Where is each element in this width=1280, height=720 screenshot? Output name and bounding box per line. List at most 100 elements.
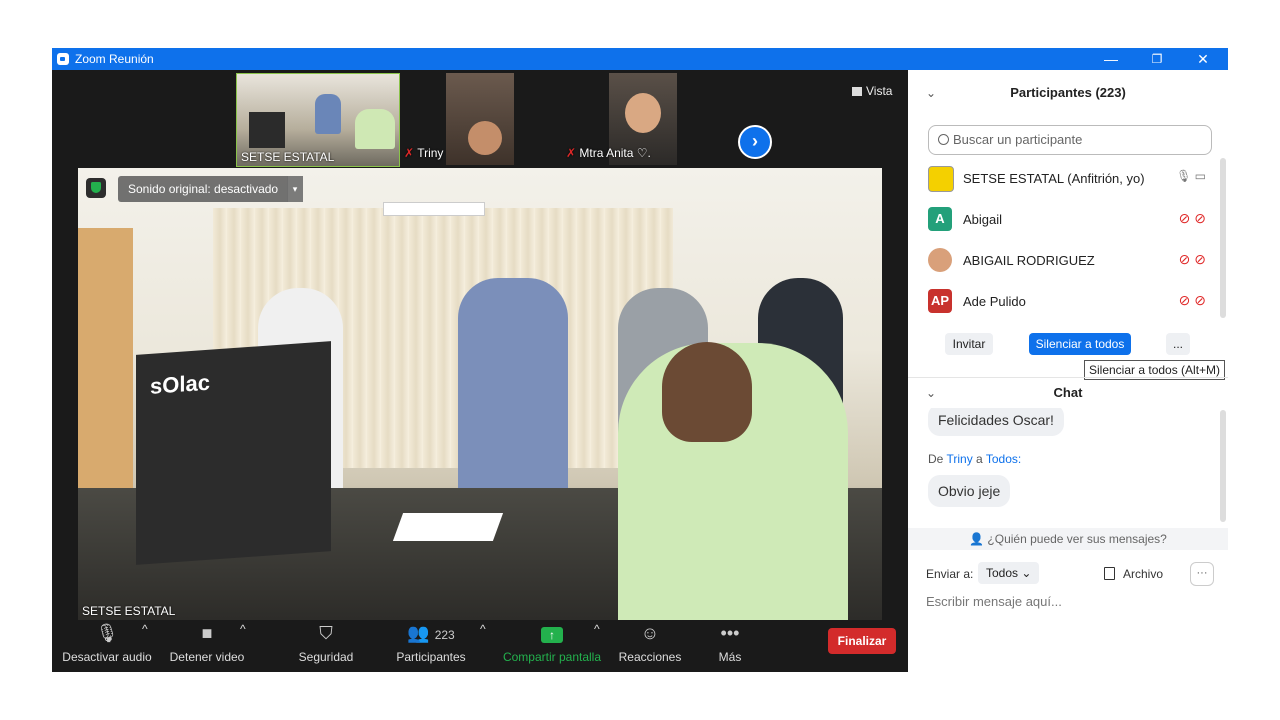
- participants-options-caret[interactable]: ^: [480, 622, 486, 636]
- air-conditioner-figure: [383, 202, 485, 216]
- participant-row[interactable]: AP Ade Pulido ⊘ ⊘: [926, 285, 1216, 319]
- minimize-button[interactable]: —: [1088, 48, 1134, 70]
- send-to-dropdown[interactable]: Todos ⌄: [978, 562, 1040, 584]
- search-icon: [938, 134, 949, 145]
- chevron-down-icon[interactable]: ⌄: [926, 378, 936, 408]
- chat-sender-line: De Triny a Todos:: [928, 452, 1021, 466]
- view-button[interactable]: Vista: [852, 84, 892, 98]
- share-screen-label: Compartir pantalla: [502, 650, 602, 664]
- who-can-see-link[interactable]: 👤 ¿Quién puede ver sus mensajes?: [908, 528, 1228, 550]
- participant-name: ABIGAIL RODRIGUEZ: [963, 253, 1095, 268]
- send-to-value: Todos: [986, 566, 1019, 580]
- file-button[interactable]: Archivo: [1104, 567, 1163, 581]
- main-video: sOlac Sonido original: desactivado ▾ SET…: [78, 168, 882, 620]
- chat-title: Chat: [1053, 385, 1083, 400]
- chat-message-input[interactable]: Escribir mensaje aquí...: [926, 594, 1062, 609]
- avatar: [928, 166, 954, 192]
- avatar: [928, 248, 952, 272]
- shield-icon: ⛉: [319, 623, 333, 643]
- participant-search-input[interactable]: Buscar un participante: [928, 125, 1212, 155]
- mic-and-camera-icon: 🎙 ▭: [1176, 169, 1206, 183]
- stop-video-button[interactable]: ■ Detener video: [167, 622, 247, 664]
- close-button[interactable]: ✕: [1180, 48, 1226, 70]
- more-label: Más: [718, 650, 742, 664]
- mic-off-icon: ✗: [566, 146, 577, 160]
- video-options-caret[interactable]: ^: [240, 622, 246, 636]
- chat-messages: Felicidades Oscar!: [908, 408, 1228, 526]
- thumbnail-triny-label: ✗ Triny: [404, 146, 443, 160]
- file-icon: [1104, 567, 1115, 580]
- end-meeting-button[interactable]: Finalizar: [828, 628, 896, 654]
- view-label: Vista: [866, 84, 893, 98]
- audio-options-caret[interactable]: ^: [142, 622, 148, 636]
- person-lock-icon: 👤: [969, 532, 985, 546]
- reactions-label: Reacciones: [618, 650, 682, 664]
- more-dots-icon: •••: [720, 623, 740, 643]
- microphone-icon: 🎙: [95, 623, 119, 643]
- thumbnail-triny[interactable]: [446, 73, 514, 165]
- person-figure: [458, 278, 568, 498]
- chat-scrollbar[interactable]: [1220, 410, 1226, 522]
- participant-row[interactable]: A Abigail ⊘ ⊘: [926, 203, 1216, 237]
- participant-row[interactable]: SETSE ESTATAL (Anfitrión, yo) 🎙 ▭: [926, 162, 1216, 196]
- chat-more-button[interactable]: ···: [1190, 562, 1214, 586]
- participant-row[interactable]: ABIGAIL RODRIGUEZ ⊘ ⊘: [926, 244, 1216, 278]
- participants-header: ⌄ Participantes (223): [908, 78, 1228, 108]
- reactions-button[interactable]: ☺ Reacciones: [618, 622, 682, 664]
- zoom-logo-icon: [57, 53, 69, 65]
- next-page-button[interactable]: ›: [738, 125, 772, 159]
- muted-icon: ⊘ ⊘: [1178, 210, 1206, 226]
- fan-box-figure: sOlac: [136, 341, 331, 565]
- share-screen-button[interactable]: ↑ Compartir pantalla: [502, 622, 602, 664]
- avatar: A: [928, 207, 952, 231]
- invite-button[interactable]: Invitar: [945, 333, 993, 355]
- participants-button[interactable]: 👥 223 Participantes: [394, 622, 468, 664]
- emoji-icon: ☺: [640, 623, 660, 643]
- chat-message: Obvio jeje: [928, 475, 1011, 507]
- participants-more-button[interactable]: ...: [1166, 333, 1190, 355]
- participants-scrollbar[interactable]: [1220, 158, 1226, 318]
- window-title: Zoom Reunión: [75, 52, 154, 66]
- person-figure: [355, 109, 395, 149]
- thumbnail-setse[interactable]: SETSE ESTATAL: [236, 73, 400, 167]
- who-can-see-text: ¿Quién puede ver sus mensajes?: [987, 532, 1167, 546]
- video-camera-icon: ■: [201, 623, 213, 643]
- participants-title: Participantes (223): [1010, 85, 1126, 100]
- participants-label: Participantes: [396, 650, 466, 664]
- share-screen-icon: ↑: [502, 622, 602, 644]
- original-sound-dropdown[interactable]: ▾: [287, 176, 303, 202]
- participants-icon: 👥 223: [407, 623, 455, 643]
- security-label: Seguridad: [298, 650, 354, 664]
- person-figure: [315, 94, 341, 134]
- head-figure: [662, 342, 752, 442]
- zoom-window: Zoom Reunión — ❐ ✕ SETSE ESTATAL ✗ Triny…: [52, 48, 1228, 672]
- side-panel: ⌄ Participantes (223) Buscar un particip…: [908, 70, 1228, 672]
- recipient-link[interactable]: Todos:: [986, 452, 1021, 466]
- original-sound-toggle[interactable]: Sonido original: desactivado: [118, 176, 289, 202]
- file-label: Archivo: [1123, 567, 1164, 581]
- security-button[interactable]: ⛉ Seguridad: [292, 622, 360, 664]
- sender-link[interactable]: Triny: [946, 452, 972, 466]
- restore-button[interactable]: ❐: [1134, 48, 1180, 70]
- muted-icon: ⊘ ⊘: [1178, 251, 1206, 267]
- mute-audio-button[interactable]: 🎙 Desactivar audio: [62, 622, 152, 664]
- mute-all-button[interactable]: Silenciar a todos: [1029, 333, 1131, 355]
- thumbnail-anita-label: ✗ Mtra Anita ♡.: [566, 146, 651, 160]
- mute-audio-label: Desactivar audio: [62, 650, 152, 664]
- send-to-label: Enviar a:: [926, 567, 974, 581]
- stop-video-label: Detener video: [169, 650, 245, 664]
- thumbnail-name: SETSE ESTATAL: [241, 150, 335, 164]
- participant-name: SETSE ESTATAL (Anfitrión, yo): [963, 171, 1145, 186]
- title-bar: Zoom Reunión — ❐ ✕: [52, 48, 1228, 70]
- speaker-name: SETSE ESTATAL: [82, 604, 176, 618]
- more-button[interactable]: ••• Más: [708, 622, 752, 664]
- meeting-toolbar: 🎙 Desactivar audio ^ ■ Detener video ^ ⛉…: [52, 618, 908, 672]
- chevron-down-icon[interactable]: ⌄: [926, 78, 936, 108]
- share-options-caret[interactable]: ^: [594, 622, 600, 636]
- face-figure: [625, 93, 661, 133]
- chat-message: Felicidades Oscar!: [928, 408, 1064, 436]
- chat-header: ⌄ Chat: [908, 377, 1228, 408]
- participant-name: Ade Pulido: [963, 294, 1026, 309]
- thumbnail-name: Mtra Anita ♡.: [579, 146, 651, 160]
- security-shield-icon: [86, 178, 106, 198]
